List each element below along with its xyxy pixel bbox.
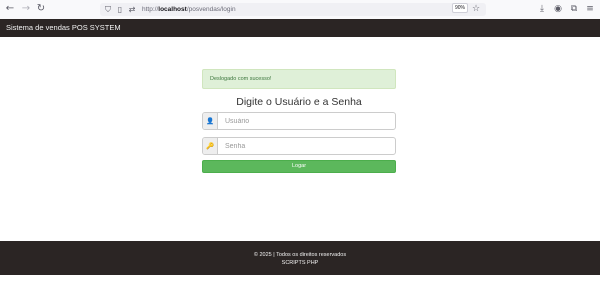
reload-icon[interactable]: ↻ — [35, 3, 47, 15]
app-navbar: Sistema de vendas POS SYSTEM — [0, 19, 600, 37]
key-icon: 🔑 — [203, 138, 218, 154]
address-bar[interactable]: ⛉ ▯ ⇄ http://localhost/posvendas/login — [100, 3, 486, 16]
star-icon[interactable]: ☆ — [470, 3, 482, 15]
logout-success-alert: Deslogado com sucesso! — [202, 69, 396, 89]
menu-icon[interactable]: ≡ — [584, 3, 596, 15]
account-icon[interactable]: ◉ — [552, 3, 564, 15]
password-input[interactable] — [221, 138, 399, 154]
browser-toolbar: ← → ↻ ⛉ ▯ ⇄ http://localhost/posvendas/l… — [0, 0, 600, 20]
footer-credits: SCRIPTS PHP — [281, 260, 319, 266]
permissions-icon[interactable]: ⇄ — [127, 3, 137, 16]
alert-message: Deslogado com sucesso! — [210, 76, 272, 82]
forward-icon[interactable]: → — [20, 3, 32, 15]
password-group: 🔑 — [202, 137, 399, 155]
login-button[interactable]: Logar — [202, 160, 396, 173]
back-icon[interactable]: ← — [4, 3, 16, 15]
login-title: Digite o Usuário e a Senha — [236, 96, 362, 108]
username-group: 👤 — [202, 112, 399, 130]
url-text[interactable]: http://localhost/posvendas/login — [142, 3, 236, 16]
zoom-level[interactable]: 90% — [452, 3, 468, 13]
footer: © 2025 | Todos os direitos reservados SC… — [0, 241, 600, 275]
extensions-icon[interactable]: ⧉ — [568, 3, 580, 15]
footer-copyright: © 2025 | Todos os direitos reservados — [253, 252, 347, 258]
page-icon[interactable]: ▯ — [115, 3, 125, 16]
shield-icon[interactable]: ⛉ — [103, 3, 113, 16]
user-icon: 👤 — [203, 113, 218, 129]
username-input[interactable] — [221, 113, 399, 129]
download-icon[interactable]: ⤓ — [536, 3, 548, 15]
brand-link[interactable]: Sistema de vendas POS SYSTEM — [6, 19, 121, 37]
